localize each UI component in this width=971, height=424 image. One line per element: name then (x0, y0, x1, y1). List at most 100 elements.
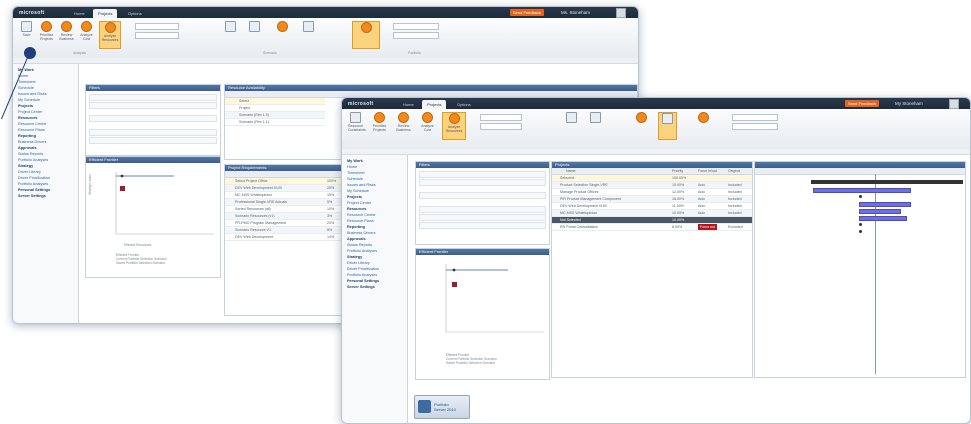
table-row[interactable]: Scenario Resources (v1) 3% (225, 213, 351, 220)
sidebar-item[interactable]: Portfolio Analyses (347, 249, 377, 253)
sidebar-item[interactable]: Strategy (18, 164, 33, 168)
sidebar-item[interactable]: Project Center (347, 201, 371, 205)
user-menu[interactable]: Ms. Stoneham (561, 10, 590, 15)
ribbon-button[interactable] (588, 112, 603, 140)
table-row[interactable]: Product Selection Single-VRE 15.00% Auto In… (552, 182, 752, 189)
table-row[interactable]: PR-PMO Program Management 20% (225, 220, 351, 227)
ribbon-field[interactable] (732, 114, 778, 121)
resource-constraints-button[interactable]: Resource Constraints (348, 112, 366, 140)
filter-field[interactable] (89, 115, 217, 122)
sidebar-item[interactable]: Driver Prioritization (18, 176, 50, 180)
ribbon-dropdown[interactable] (135, 23, 179, 30)
review-business-button[interactable]: Review Business (396, 112, 411, 140)
ribbon-dropdown[interactable] (480, 123, 522, 130)
sidebar-item[interactable]: Resource Center (347, 213, 376, 217)
prioritize-projects-button[interactable]: Prioritize Projects (39, 21, 54, 49)
sidebar-item[interactable]: Personal Settings (18, 188, 50, 192)
table-row[interactable]: Professional Single-VRE Actuals 5% (225, 199, 351, 206)
sidebar-item[interactable]: Projects (347, 195, 362, 199)
filter-field[interactable] (419, 222, 546, 229)
send-feedback-button[interactable]: Send Feedback (510, 9, 545, 16)
analyze-cost-button[interactable]: Analyze Cost (79, 21, 94, 49)
column-force[interactable]: Force in/out (698, 168, 717, 174)
filter-field[interactable] (419, 206, 546, 213)
sidebar-item[interactable]: Timesheet (347, 171, 365, 175)
sidebar-item[interactable]: My Schedule (18, 98, 40, 102)
sidebar-item[interactable]: Timesheet (18, 80, 36, 84)
ribbon-field[interactable] (393, 32, 439, 39)
ribbon-button[interactable] (352, 21, 380, 49)
sidebar-item[interactable]: Portfolio Analyses (347, 273, 377, 277)
sidebar-item[interactable]: Server Settings (347, 285, 375, 289)
save-button[interactable]: Save (19, 21, 34, 49)
tab-home[interactable]: Home (398, 100, 419, 109)
sidebar-item[interactable]: Project Center (18, 110, 42, 114)
ribbon-field[interactable] (393, 23, 439, 30)
sidebar-item[interactable]: Status Reports (18, 152, 43, 156)
table-row[interactable]: Selected 100.00% (552, 175, 752, 182)
ribbon-button[interactable] (301, 21, 316, 49)
ribbon-dropdown[interactable] (480, 114, 522, 121)
table-row[interactable]: Project (225, 105, 325, 112)
sidebar-item[interactable]: Business Drivers (18, 140, 46, 144)
sidebar-item[interactable]: My Work (347, 159, 363, 163)
sidebar-item[interactable]: Schedule (347, 177, 363, 181)
sidebar-item[interactable]: Projects (18, 104, 33, 108)
ribbon-button[interactable] (658, 112, 677, 140)
table-row[interactable]: Manage Product Offices 12.00% Auto Included (552, 189, 752, 196)
table-row[interactable]: Select Project Office 100% (225, 178, 351, 185)
sidebar-item[interactable]: Resources (18, 116, 37, 120)
table-row[interactable]: Scenario (Rev 1.0) (225, 112, 325, 119)
sidebar-item[interactable]: Approvals (347, 237, 366, 241)
table-row[interactable]: Select (225, 98, 325, 105)
table-row[interactable]: MC MSS Whitetopinion 15% (225, 192, 351, 199)
filter-field[interactable] (89, 137, 217, 144)
table-row[interactable]: RD Portal Consolidation 8.00% Force out Exc… (552, 224, 752, 231)
sidebar-item[interactable]: Issues and Risks (347, 183, 376, 187)
sidebar-item[interactable]: Driver Library (18, 170, 41, 174)
table-row[interactable]: Scenario Resource V1 8% (225, 227, 351, 234)
filter-field[interactable] (89, 94, 217, 101)
sidebar-item[interactable]: Schedule (18, 86, 34, 90)
table-row[interactable]: PIR Product Management Component 18.00% Au… (552, 196, 752, 203)
table-row[interactable]: MC MSS Whitetopinion 10.00% Auto Included (552, 210, 752, 217)
table-row[interactable]: Scenario (Rev 1.1) (225, 119, 325, 126)
sidebar-item[interactable]: Portfolio Analyses (18, 158, 48, 162)
send-feedback-button[interactable]: Send Feedback (845, 100, 880, 107)
table-row[interactable]: Not Selected 10.00% (552, 217, 752, 224)
table-row[interactable]: Sorted Resources (all) 10% (225, 206, 351, 213)
analyze-resources-button[interactable]: Analyze Resources (99, 21, 121, 49)
filter-field[interactable] (419, 214, 546, 221)
review-business-button[interactable]: Review Business (59, 21, 74, 49)
tab-projects[interactable]: Projects (93, 9, 118, 18)
filter-field[interactable] (89, 102, 217, 109)
column-priority[interactable]: Priority (672, 168, 683, 174)
sidebar-item[interactable]: Business Drivers (347, 231, 375, 235)
filter-field[interactable] (419, 171, 546, 178)
sidebar-item[interactable]: Reporting (18, 134, 36, 138)
sidebar-item[interactable]: Home (347, 165, 357, 169)
sidebar-item[interactable]: Status Reports (347, 243, 372, 247)
user-menu[interactable]: My Stoneham (895, 101, 923, 106)
sidebar-item[interactable]: My Schedule (347, 189, 369, 193)
column-original[interactable]: Original (728, 168, 740, 174)
table-row[interactable]: DEV Web Development 0100 11.00% Auto Includ… (552, 203, 752, 210)
sidebar-item[interactable]: Server Settings (18, 194, 46, 198)
sidebar-item[interactable]: Strategy (347, 255, 362, 259)
tab-home[interactable]: Home (69, 9, 90, 18)
ribbon-button[interactable] (696, 112, 711, 140)
prioritize-projects-button[interactable]: Prioritize Projects (372, 112, 387, 140)
table-row[interactable]: DEV Web Development 0100 25% (225, 185, 351, 192)
sidebar-item[interactable]: Resources (347, 207, 366, 211)
filter-field[interactable] (419, 192, 546, 199)
sidebar-item[interactable]: Portfolio Analyses (18, 182, 48, 186)
ribbon-field[interactable] (732, 123, 778, 130)
sidebar-item[interactable]: Resource Plans (18, 128, 45, 132)
sidebar-item[interactable]: Resource Plans (347, 219, 374, 223)
column-name[interactable]: Name (566, 168, 576, 174)
sidebar-item[interactable]: Approvals (18, 146, 37, 150)
sidebar-item[interactable]: Driver Prioritization (347, 267, 379, 271)
analyze-cost-button[interactable]: Analyze Cost (420, 112, 435, 140)
ribbon-button[interactable] (247, 21, 262, 49)
tab-projects[interactable]: Projects (422, 100, 447, 109)
